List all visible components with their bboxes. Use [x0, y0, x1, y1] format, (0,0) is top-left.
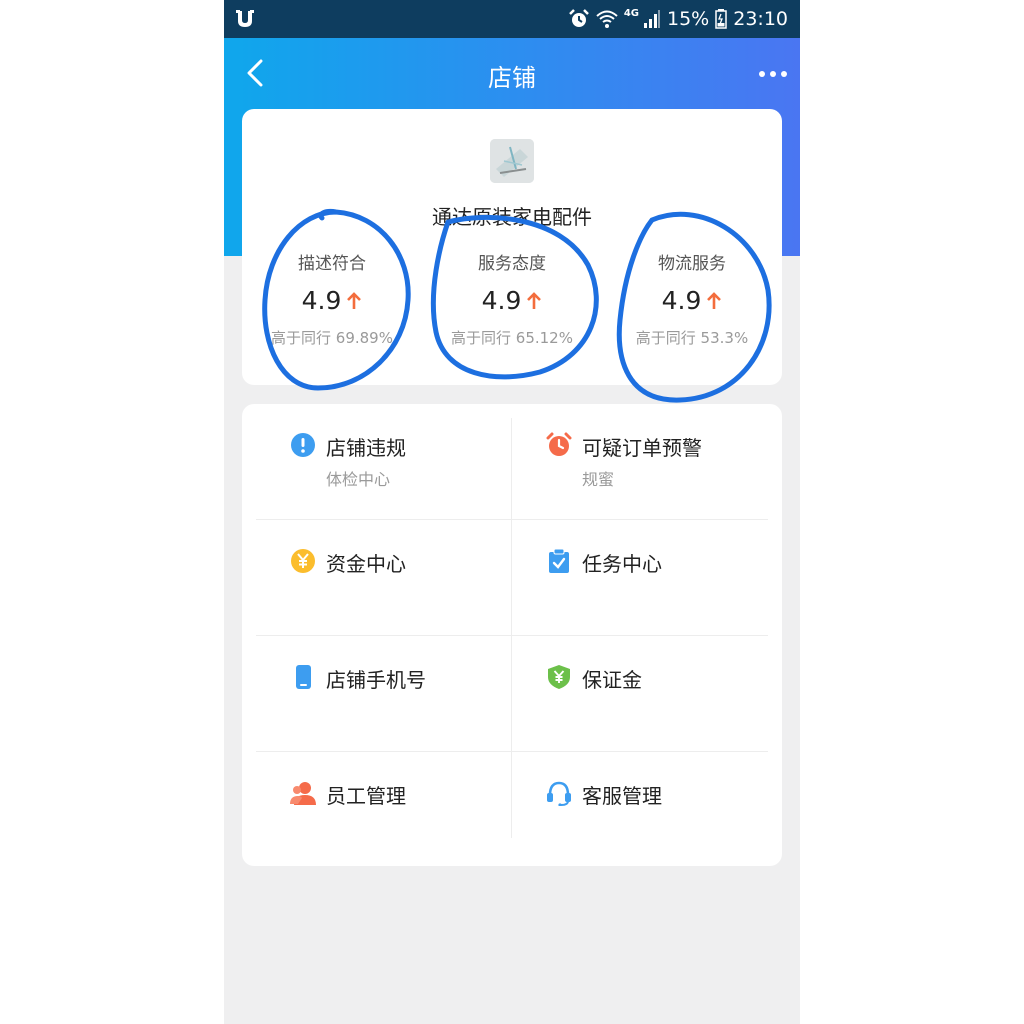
yen-shield-icon	[548, 665, 570, 689]
rating-score: 4.9	[481, 286, 522, 315]
menu-item-subtitle: 规蜜	[582, 470, 615, 489]
staff-icon	[290, 782, 316, 805]
wifi-icon	[596, 10, 618, 28]
alarm-clock-icon	[546, 432, 572, 456]
network-type-label: 4G	[623, 8, 639, 19]
rating-logistics-service: 物流服务 4.9 高于同行 53.3%	[602, 249, 782, 348]
menu-item-task-center[interactable]: 任务中心	[512, 520, 766, 636]
signal-icon	[644, 10, 660, 28]
menu-item-funds-center[interactable]: 资金中心	[256, 520, 510, 636]
up-arrow-icon	[707, 291, 722, 309]
app-notification-icon	[236, 10, 254, 27]
menu-item-title: 店铺违规	[326, 436, 406, 460]
rating-service-attitude: 服务态度 4.9 高于同行 65.12%	[422, 249, 602, 348]
menu-item-title: 客服管理	[582, 784, 662, 808]
clipboard-check-icon	[549, 548, 569, 573]
shop-info-card: 通达原装家电配件 描述符合 4.9 高于同行 69.89% 服务态度 4.9 高…	[242, 109, 782, 385]
menu-item-title: 店铺手机号	[326, 668, 426, 692]
menu-item-suspicious-order-alert[interactable]: 可疑订单预警 规蜜	[512, 404, 766, 520]
menu-item-title: 保证金	[582, 668, 642, 692]
battery-icon	[715, 9, 727, 29]
shop-name: 通达原装家电配件	[432, 205, 592, 229]
more-dots-icon	[759, 71, 787, 77]
menu-item-title: 可疑订单预警	[582, 436, 702, 460]
rating-compare: 高于同行 65.12%	[451, 329, 573, 347]
rating-label: 描述符合	[298, 254, 366, 274]
alarm-icon	[568, 9, 589, 27]
shop-logo-image	[490, 139, 534, 183]
phone-icon	[296, 665, 311, 689]
rating-score: 4.9	[661, 286, 702, 315]
rating-score: 4.9	[301, 286, 342, 315]
status-bar: 4G 15% 23:10	[224, 0, 800, 38]
menu-item-title: 资金中心	[326, 552, 406, 576]
shop-function-grid: 店铺违规 体检中心 可疑订单预警 规蜜 资金中心 任务中心 店铺手机号 保证金 …	[242, 404, 782, 866]
yen-coin-icon	[291, 549, 315, 573]
rating-compare: 高于同行 69.89%	[271, 329, 393, 347]
exclamation-icon	[291, 433, 315, 457]
rating-label: 物流服务	[658, 254, 726, 274]
menu-item-customer-service[interactable]: 客服管理	[512, 752, 766, 866]
menu-item-subtitle: 体检中心	[326, 470, 391, 489]
menu-item-title: 任务中心	[582, 552, 662, 576]
rating-description-match: 描述符合 4.9 高于同行 69.89%	[242, 249, 422, 348]
menu-item-shop-violations[interactable]: 店铺违规 体检中心	[256, 404, 510, 520]
headset-icon	[547, 781, 571, 806]
phone-screen: 4G 15% 23:10 店铺 通达原装家电配件 描述符合 4.9 高于同行 6…	[224, 0, 800, 1024]
up-arrow-icon	[347, 291, 362, 309]
clock-time: 23:10	[733, 8, 788, 30]
more-options-button[interactable]	[756, 60, 790, 88]
menu-item-deposit[interactable]: 保证金	[512, 636, 766, 752]
page-title: 店铺	[488, 64, 536, 92]
menu-item-staff-management[interactable]: 员工管理	[256, 752, 510, 866]
shop-logo[interactable]	[490, 139, 534, 183]
rating-label: 服务态度	[478, 254, 546, 274]
menu-item-shop-phone[interactable]: 店铺手机号	[256, 636, 510, 752]
up-arrow-icon	[527, 291, 542, 309]
menu-item-title: 员工管理	[326, 784, 406, 808]
battery-percentage: 15%	[667, 8, 710, 30]
rating-compare: 高于同行 53.3%	[635, 329, 749, 347]
